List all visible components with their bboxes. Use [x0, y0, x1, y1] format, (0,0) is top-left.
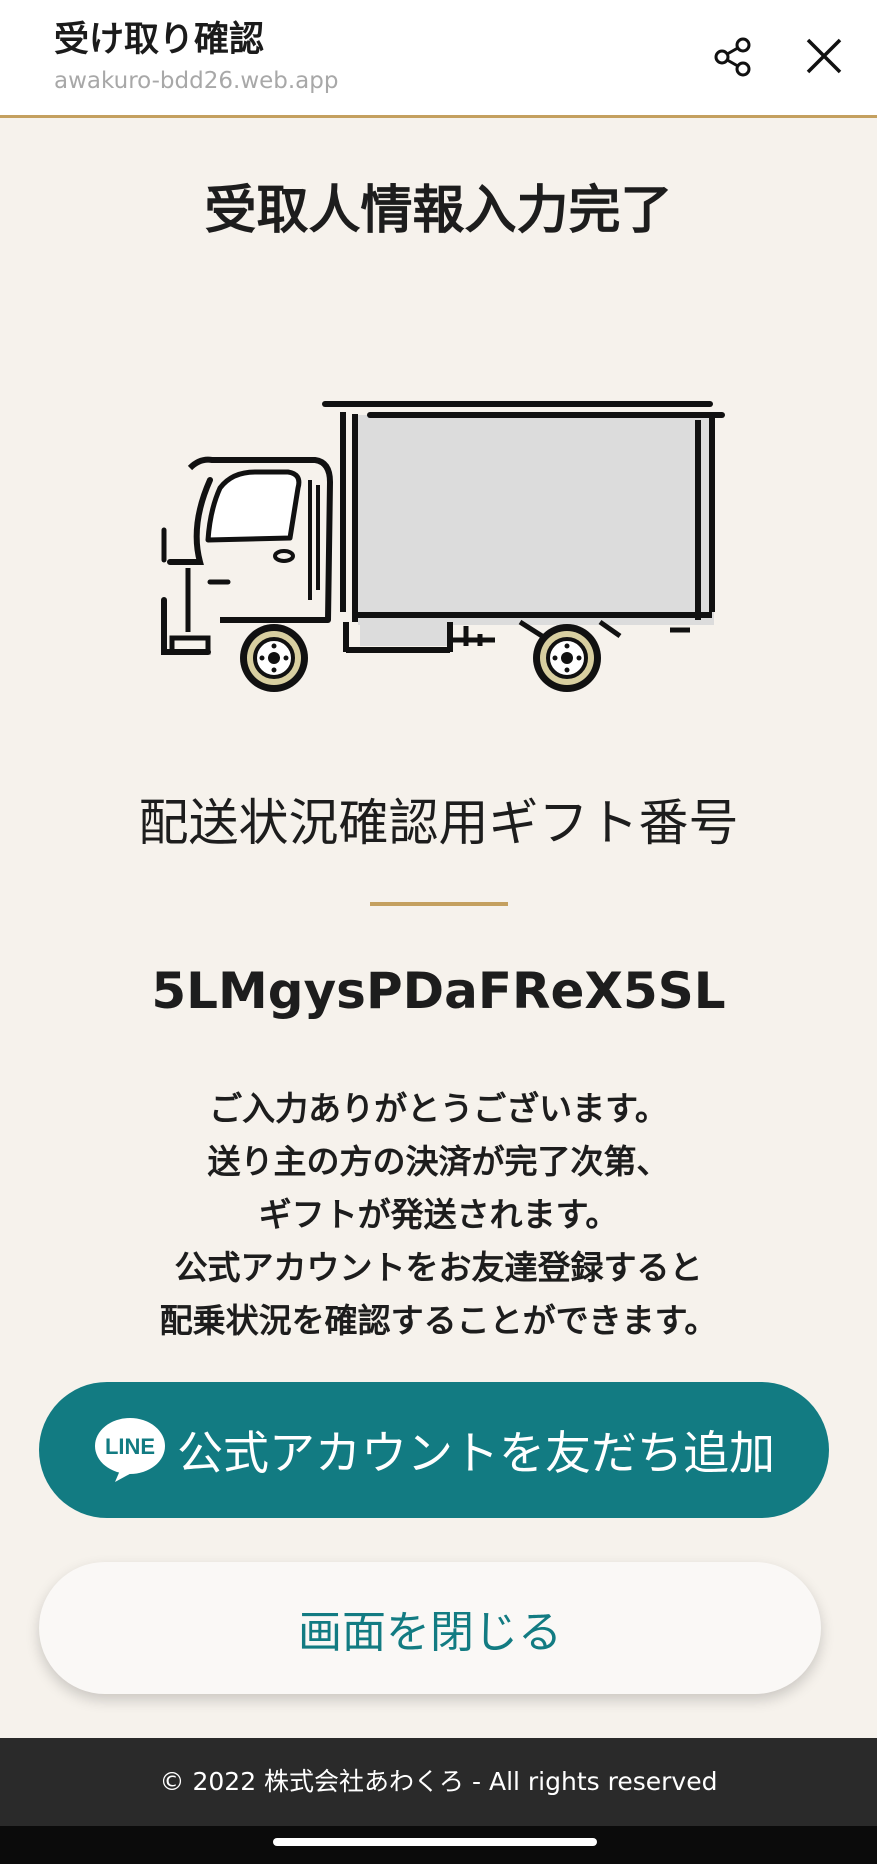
gift-number-label: 配送状況確認用ギフト番号 — [138, 794, 739, 852]
close-screen-label: 画面を閉じる — [298, 1607, 562, 1658]
line-logo-icon: LINE — [95, 1418, 165, 1482]
header-title: 受け取り確認 — [54, 20, 265, 60]
line-logo-text: LINE — [105, 1434, 155, 1459]
gold-divider — [370, 902, 508, 906]
add-line-friend-label: 公式アカウントを友だち追加 — [177, 1426, 775, 1480]
header-url: awakuro-bdd26.web.app — [54, 68, 339, 94]
message-line: ご入力ありがとうございます。 — [209, 1089, 668, 1128]
completion-message: ご入力ありがとうございます。 送り主の方の決済が完了次第、 ギフトが発送されます… — [0, 1082, 877, 1347]
page-title: 受取人情報入力完了 — [204, 181, 673, 241]
message-line: 配乗状況を確認することができます。 — [159, 1301, 718, 1340]
copyright-text: © 2022 株式会社あわくろ - All rights reserved — [159, 1767, 718, 1796]
message-line: 送り主の方の決済が完了次第、 — [207, 1142, 670, 1181]
message-line: 公式アカウントをお友達登録すると — [174, 1248, 703, 1287]
add-line-friend-button[interactable]: LINE 公式アカウントを友だち追加 — [39, 1382, 829, 1518]
close-screen-button[interactable]: 画面を閉じる — [39, 1562, 821, 1694]
system-nav-bar — [0, 1826, 877, 1864]
close-icon[interactable] — [800, 32, 848, 80]
delivery-truck-illustration — [150, 390, 730, 710]
gift-code: 5LMgysPDaFReX5SL — [151, 962, 726, 1020]
message-line: ギフトが発送されます。 — [258, 1195, 619, 1234]
share-icon[interactable] — [710, 34, 756, 80]
footer: © 2022 株式会社あわくろ - All rights reserved — [0, 1738, 877, 1864]
app-header: 受け取り確認 awakuro-bdd26.web.app — [0, 0, 877, 118]
home-indicator[interactable] — [273, 1838, 597, 1846]
